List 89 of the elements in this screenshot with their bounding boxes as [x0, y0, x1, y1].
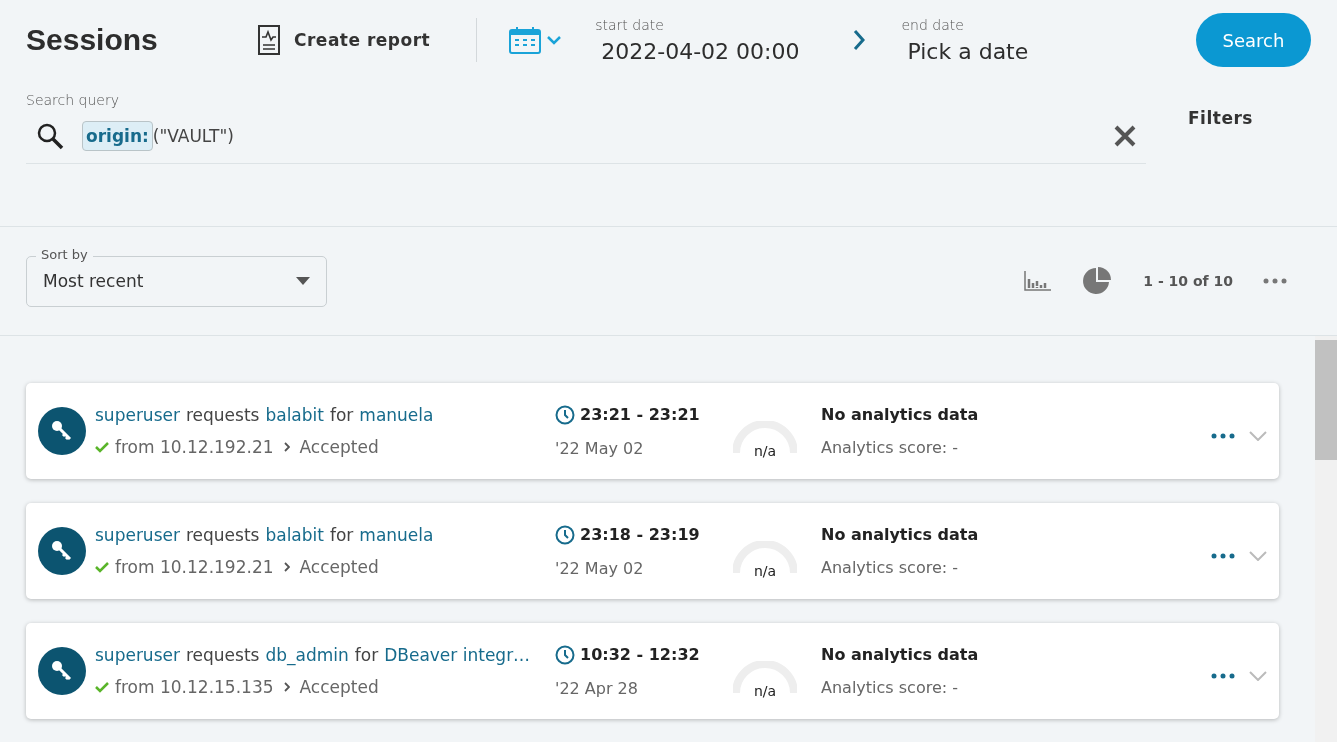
calendar-icon: [509, 26, 542, 54]
user-link[interactable]: superuser: [95, 525, 180, 545]
end-date-label: end date: [901, 16, 965, 33]
pagination-text: 1 - 10 of 10: [1143, 273, 1233, 289]
preposition-text: for: [354, 645, 379, 665]
analytics-score-text: Analytics score: -: [821, 678, 959, 697]
more-icon: [1211, 673, 1235, 679]
chevron-down-icon: [547, 35, 562, 45]
more-button[interactable]: [1211, 673, 1235, 679]
close-button[interactable]: [1114, 124, 1136, 147]
target-link[interactable]: balabit: [265, 405, 324, 425]
filters-button[interactable]: Filters: [1182, 107, 1259, 129]
dropdown-arrow-icon: [296, 277, 310, 285]
chevron-down-icon: [1249, 671, 1267, 681]
chevron-down-icon: [1249, 431, 1267, 441]
verb-text: requests: [185, 645, 260, 665]
session-card[interactable]: superuser requests balabit for manuela from 10.12.192.21 Accepted 23:21 - 23:21 '22 May 02 n/a No analytics data Analytics score: -: [26, 383, 1279, 479]
subject-link[interactable]: manuela: [359, 525, 434, 545]
key-avatar-icon: [38, 647, 86, 695]
chevron-right-icon: [283, 442, 290, 452]
more-icon: [1211, 553, 1235, 559]
start-date-field[interactable]: 2022-04-02 00:00: [601, 38, 800, 64]
bar-chart-icon: [1024, 271, 1052, 291]
check-icon: [95, 441, 109, 453]
gauge-value: n/a: [752, 683, 778, 699]
bar-chart-button[interactable]: [1024, 271, 1052, 291]
clock-icon: [555, 644, 575, 665]
search-icon: [36, 121, 64, 150]
report-icon: [258, 25, 280, 55]
status-text: Accepted: [299, 437, 379, 457]
search-button[interactable]: Search: [1196, 13, 1311, 67]
preposition-text: for: [329, 525, 354, 545]
check-icon: [95, 681, 109, 693]
preposition-text: for: [329, 405, 354, 425]
search-query-field[interactable]: origin: ("VAULT"): [26, 108, 1146, 164]
analytics-title: No analytics data: [821, 405, 980, 424]
gauge-value: n/a: [752, 563, 778, 579]
time-range-text: 10:32 - 12:32: [555, 644, 725, 665]
session-card[interactable]: superuser requests db_admin for DBeaver integr… from 10.12.15.135 Accepted 10:32 - 12:32 '22 Apr 28 n/a No analytics data Analytics score: -: [26, 623, 1279, 719]
verb-text: requests: [185, 405, 260, 425]
target-link[interactable]: db_admin: [265, 645, 349, 665]
time-range-text: 23:21 - 23:21: [555, 404, 725, 425]
session-card[interactable]: superuser requests balabit for manuela from 10.12.192.21 Accepted 23:18 - 23:19 '22 May 02 n/a No analytics data Analytics score: -: [26, 503, 1279, 599]
pie-chart-button[interactable]: [1081, 265, 1114, 297]
gauge-value: n/a: [752, 443, 778, 459]
start-date-label: start date: [595, 16, 665, 33]
source-address-text: from 10.12.192.21: [115, 437, 274, 457]
page-title: Sessions: [26, 23, 159, 57]
analytics-score-text: Analytics score: -: [821, 438, 959, 457]
analytics-score-text: Analytics score: -: [821, 558, 959, 577]
analytics-title: No analytics data: [821, 645, 980, 664]
more-icon: [1211, 433, 1235, 439]
date-text: '22 Apr 28: [555, 678, 639, 698]
source-address-text: from 10.12.192.21: [115, 557, 274, 577]
source-address-text: from 10.12.15.135: [115, 677, 274, 697]
subject-link[interactable]: DBeaver integr…: [384, 645, 531, 665]
status-text: Accepted: [299, 677, 379, 697]
chevron-right-icon: [283, 682, 290, 692]
more-button[interactable]: [1211, 553, 1235, 559]
end-date-field[interactable]: Pick a date: [907, 38, 1029, 64]
subject-link[interactable]: manuela: [359, 405, 434, 425]
more-button[interactable]: [1263, 278, 1287, 284]
chevron-down-icon: [1249, 551, 1267, 561]
search-query-label: Search query: [26, 92, 120, 108]
user-link[interactable]: superuser: [95, 405, 180, 425]
analytics-title: No analytics data: [821, 525, 980, 544]
user-link[interactable]: superuser: [95, 645, 180, 665]
verb-text: requests: [185, 525, 260, 545]
key-avatar-icon: [38, 527, 86, 575]
calendar-dropdown[interactable]: [509, 26, 562, 54]
chevron-right-icon: [283, 562, 290, 572]
time-range-text: 23:18 - 23:19: [555, 524, 725, 545]
query-key-chip: origin:: [82, 120, 153, 151]
more-button[interactable]: [1211, 433, 1235, 439]
more-icon: [1263, 278, 1287, 284]
chevron-right-icon: [853, 29, 866, 51]
target-link[interactable]: balabit: [265, 525, 324, 545]
check-icon: [95, 561, 109, 573]
clock-icon: [555, 404, 575, 425]
create-report-button[interactable]: Create report: [258, 25, 431, 55]
close-icon: [1114, 124, 1136, 147]
scrollbar[interactable]: [1315, 336, 1337, 742]
key-avatar-icon: [38, 407, 86, 455]
pie-chart-icon: [1081, 265, 1114, 297]
query-value: ("VAULT"): [152, 125, 234, 146]
date-text: '22 May 02: [555, 558, 645, 578]
status-text: Accepted: [299, 557, 379, 577]
date-text: '22 May 02: [555, 438, 645, 458]
clock-icon: [555, 524, 575, 545]
